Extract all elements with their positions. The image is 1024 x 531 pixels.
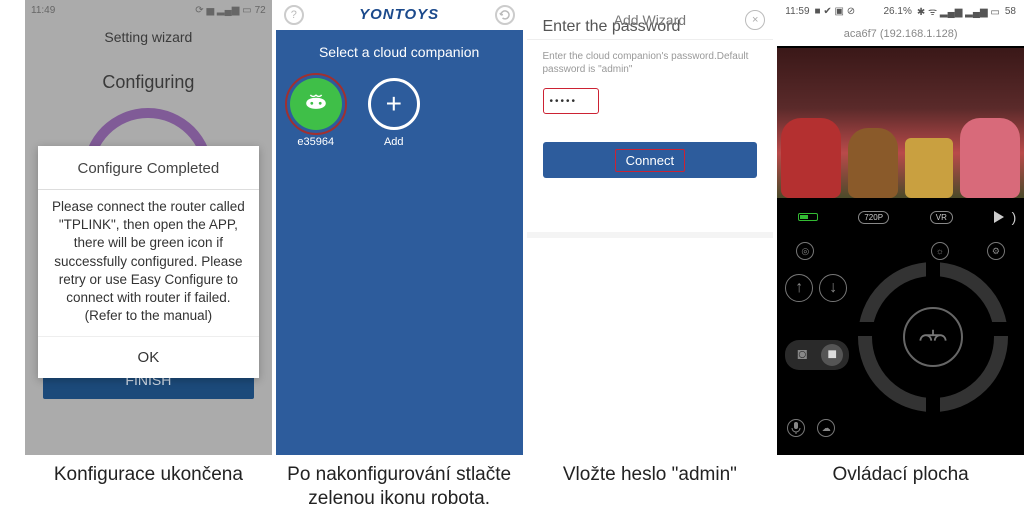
battery-icon (798, 213, 818, 221)
plus-icon: + (386, 88, 402, 120)
dialog-title: Configure Completed (38, 146, 259, 190)
dialog-body: Please connect the router called "TPLINK… (38, 190, 259, 336)
toy-placeholder (848, 128, 898, 198)
resolution-badge[interactable]: 720P (858, 211, 889, 224)
panel-enter-password: Add Wizard × Enter the password Enter th… (527, 0, 774, 455)
brightness-icon[interactable]: ☼ (931, 242, 949, 260)
highlight-ring-icon (285, 73, 347, 135)
robot-center-icon (903, 307, 963, 367)
toy-placeholder (781, 118, 841, 198)
record-button[interactable]: ■ (821, 344, 843, 366)
direction-joystick[interactable] (858, 262, 1008, 412)
status-bar: 11:59 ■ ✔ ▣ ⊘ 26.1% ✱ ᯤ ▂▄▆ ▂▄▆ ▭58 (777, 0, 1024, 22)
configure-completed-dialog: Configure Completed Please connect the r… (38, 146, 259, 378)
connect-button[interactable]: Connect (543, 142, 758, 178)
toy-placeholder (905, 138, 953, 198)
caption-4: Ovládací plocha (777, 455, 1024, 511)
speaker-icon[interactable] (994, 211, 1004, 223)
aperture-icon[interactable]: ◎ (796, 242, 814, 260)
photo-button[interactable]: ◙ (791, 344, 813, 366)
caption-3: Vložte heslo "admin" (527, 455, 774, 511)
panel-control-surface: 11:59 ■ ✔ ▣ ⊘ 26.1% ✱ ᯤ ▂▄▆ ▂▄▆ ▭58 aca6… (777, 0, 1024, 455)
gear-icon[interactable]: ⚙ (987, 242, 1005, 260)
password-input[interactable]: ••••• (543, 88, 599, 114)
status-bar: 11:49 ⟳ ▅ ▂▄▆ ▭72 (25, 0, 272, 20)
add-device-button[interactable]: + (368, 78, 420, 130)
arrow-up-button[interactable]: ↑ (785, 274, 813, 302)
robot-id-label: e35964 (297, 136, 334, 148)
panel-configure-completed: 11:49 ⟳ ▅ ▂▄▆ ▭72 Setting wizard Configu… (25, 0, 272, 455)
microphone-icon[interactable] (787, 419, 805, 437)
add-label: Add (384, 136, 404, 148)
caption-1: Konfigurace ukončena (25, 455, 272, 511)
select-companion-label: Select a cloud companion (276, 44, 523, 60)
caption-2: Po nakonfigurování stlačte zelenou ikonu… (276, 455, 523, 511)
close-button[interactable]: × (745, 10, 765, 30)
close-icon: × (752, 14, 758, 26)
vr-badge[interactable]: VR (930, 211, 953, 224)
arrow-down-button[interactable]: ↓ (819, 274, 847, 302)
status-time: 11:49 (31, 5, 55, 16)
password-hint: Enter the cloud companion's password.Def… (543, 50, 758, 76)
status-right: ⟳ ▅ ▂▄▆ ▭72 (195, 5, 265, 16)
status-time: 11:59 (785, 6, 809, 17)
toy-placeholder (960, 118, 1020, 198)
page-title: Add Wizard (614, 12, 686, 28)
configuring-label: Configuring (25, 72, 272, 93)
section-divider (527, 232, 774, 238)
robot-device-button[interactable] (290, 78, 342, 130)
panel-cloud-companion: ? YONTOYS Select a cloud companion e3596… (276, 0, 523, 455)
device-address: aca6f7 (192.168.1.128) (777, 22, 1024, 46)
brand-title: YONTOYS (276, 0, 523, 30)
ok-button[interactable]: OK (38, 336, 259, 378)
page-title: Setting wizard (25, 20, 272, 54)
cloud-icon[interactable]: ☁ (817, 419, 835, 437)
camera-video-feed[interactable] (777, 48, 1024, 198)
